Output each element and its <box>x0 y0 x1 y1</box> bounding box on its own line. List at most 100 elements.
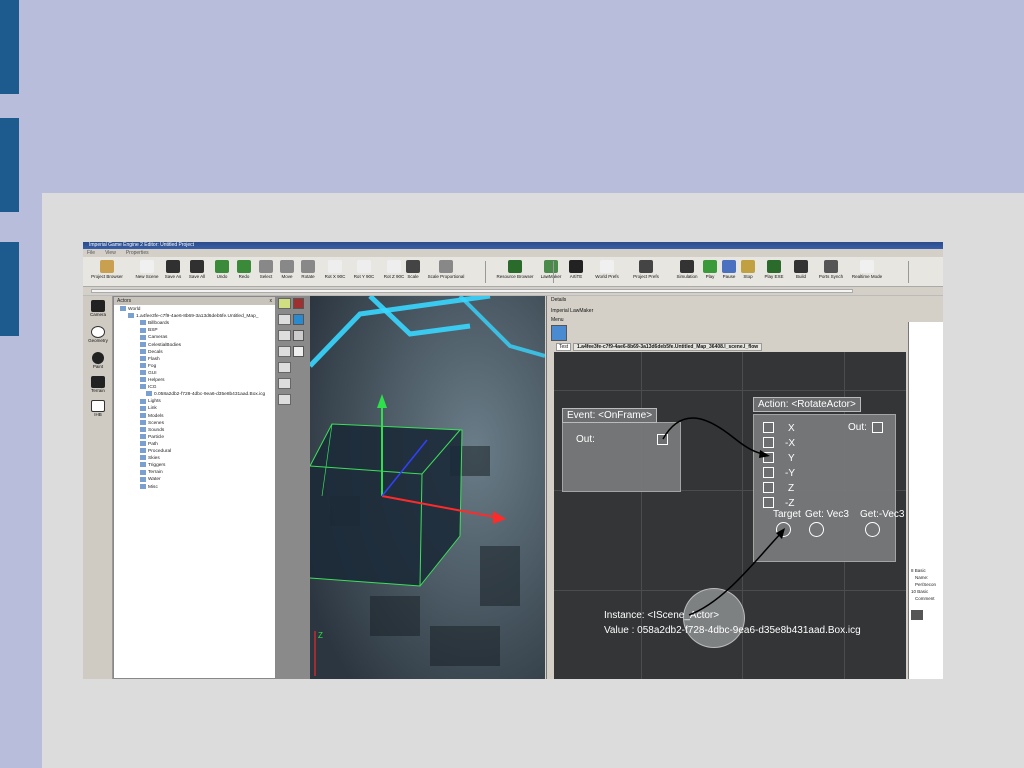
tree-item[interactable]: Flash <box>140 355 160 363</box>
toolbar-button-scale-proportional[interactable]: Scale Proportional <box>427 259 465 285</box>
toolbar-button-realtime-mode[interactable]: Realtime Mode <box>848 259 886 285</box>
tree-item[interactable]: Models <box>140 412 163 420</box>
simulation-gear-icon <box>680 260 694 273</box>
3d-viewport[interactable]: Z <box>310 296 545 679</box>
toolbar-button-rot-y-90c[interactable]: Rot Y 90C <box>351 259 377 285</box>
tree-item[interactable]: CelestialBodies <box>140 341 181 349</box>
tree-item[interactable]: World <box>120 306 140 313</box>
toolbar-button-project-prefs[interactable]: Project Prefs <box>628 259 664 285</box>
tree-item[interactable]: Decals <box>140 348 163 356</box>
folder-icon <box>140 377 146 383</box>
basic-section-2-header[interactable]: 10 Basic <box>911 589 928 594</box>
tree-item-label: Misc <box>148 484 158 490</box>
tree-item[interactable]: Terrain <box>140 469 163 476</box>
lawmaker-graph-canvas[interactable]: Event: <OnFrame> Out: Action: <RotateAct… <box>554 352 906 679</box>
menu-view[interactable]: View <box>105 250 116 256</box>
toolbar-button-scale[interactable]: Scale <box>405 259 421 285</box>
home-icon[interactable] <box>911 610 923 620</box>
menu-properties[interactable]: Properties <box>126 250 149 256</box>
lawmaker-menu[interactable]: Menu <box>551 317 564 323</box>
tree-item[interactable]: 1.a4fee3fe-c7f9-4ae6-8b69-3a13d6deb5fe.U… <box>128 313 258 320</box>
toolbar-button-label: Undo <box>216 274 228 279</box>
tree-item[interactable]: 0.058a2db2-f728-4dbc-9ea6-d35e8b431aad.B… <box>146 391 265 398</box>
tab-test[interactable]: Test <box>556 343 572 351</box>
close-icon[interactable]: x <box>270 297 273 305</box>
toolbar-button-move[interactable]: Move <box>278 259 296 285</box>
toolbar-button-lawmaker[interactable]: LawMaker <box>539 259 563 285</box>
viewport-tool-7[interactable] <box>278 394 291 405</box>
tree-item[interactable]: Water <box>140 476 161 483</box>
toolbar-button-build[interactable]: Build <box>791 259 811 285</box>
viewport-tool-6[interactable] <box>278 378 291 389</box>
tree-item[interactable]: Cameras <box>140 334 167 341</box>
toolbar-button-new-scene[interactable]: New Scene <box>133 259 161 285</box>
lawmaker-tool-icon[interactable] <box>551 325 567 341</box>
viewport-blue-button[interactable] <box>293 314 304 325</box>
toolbar-button-rot-z-90c[interactable]: Rot Z 90C <box>381 259 407 285</box>
viewport-add-button[interactable] <box>293 346 304 357</box>
tree-item[interactable]: Skies <box>140 455 160 462</box>
tree-item[interactable]: ICG <box>140 384 157 391</box>
terrain-tool[interactable]: Terrain <box>86 376 110 393</box>
toolbar-button-redo[interactable]: Redo <box>235 259 253 285</box>
toolbar-button-play[interactable]: Play <box>702 259 718 285</box>
viewport-tool-2[interactable] <box>278 314 291 325</box>
tree-item[interactable]: Link <box>140 405 157 412</box>
build-icon <box>794 260 808 273</box>
viewport-red-button[interactable] <box>293 298 304 309</box>
tree-item[interactable]: GUI <box>140 370 157 377</box>
toolbar-button-undo[interactable]: Undo <box>213 259 231 285</box>
toolbar-button-rot-x-90c[interactable]: Rot X 90C <box>323 259 347 285</box>
paint-tool[interactable]: Paint <box>86 352 110 369</box>
folder-icon <box>140 448 146 454</box>
tree-item[interactable]: Procedural <box>140 448 171 455</box>
toolbar-button-save-all[interactable]: Save All <box>187 259 207 285</box>
tree-item[interactable]: Billboards <box>140 320 169 327</box>
toolbar-button-ports-synch[interactable]: Ports Synch <box>816 259 846 285</box>
viewport-toolbar <box>276 296 310 679</box>
tree-item[interactable]: Helpers <box>140 377 165 384</box>
viewport-tool-3[interactable] <box>278 330 291 341</box>
actors-panel: Actors x World 1.a4fee3fe-c7f9-4ae6-8b69-3… <box>113 296 276 679</box>
paint-plus-icon <box>92 352 104 364</box>
viewport-tool-4[interactable] <box>278 346 291 357</box>
toolbar-button-label: Project Prefs <box>633 274 659 279</box>
toolbar-button-resource-browser[interactable]: Resource Browser <box>493 259 537 285</box>
tree-item[interactable]: Sounds <box>140 426 164 434</box>
toolbar-button-project-browser[interactable]: Project Browser <box>88 259 126 285</box>
tree-item[interactable]: Particle <box>140 434 164 441</box>
camera-tool[interactable]: Camera <box>86 300 110 317</box>
menu-file[interactable]: File <box>87 250 95 256</box>
tree-item[interactable]: Triggers <box>140 462 165 469</box>
axis-label-z: Z <box>318 631 323 640</box>
tree-item-label: Link <box>148 406 157 412</box>
horizontal-scrollbar[interactable] <box>91 289 853 293</box>
toolbar-button-stop[interactable]: Stop <box>740 259 756 285</box>
tree-item[interactable]: Misc <box>140 483 158 491</box>
folder-icon <box>100 260 114 273</box>
viewport-grid-button[interactable] <box>293 330 304 341</box>
folder-icon <box>140 355 146 361</box>
toolbar-scroll-strip <box>83 287 943 296</box>
tree-item[interactable]: Path <box>140 441 158 448</box>
toolbar-button-simulation[interactable]: Simulation <box>675 259 699 285</box>
toolbar-button-artite[interactable]: ArtiTE <box>567 259 585 285</box>
tree-item[interactable]: Lights <box>140 398 161 405</box>
geometry-tool[interactable]: Geometry <box>86 326 110 343</box>
toolbar-button-pause[interactable]: Pause <box>721 259 737 285</box>
ihb-tool[interactable]: IHB <box>86 400 110 417</box>
basic-section-header[interactable]: 8 Basic <box>911 568 926 573</box>
toolbar-button-play-exe[interactable]: Play EXE <box>763 259 785 285</box>
toolbar-button-world-prefs[interactable]: World Prefs <box>591 259 623 285</box>
folder-icon <box>140 348 146 354</box>
tab-flow-file[interactable]: 1.a4fee3fe-c7f9-4ae6-8b69-3a13d6deb5fe.U… <box>573 343 763 351</box>
tree-item[interactable]: BSP <box>140 327 158 334</box>
toolbar-button-rotate[interactable]: Rotate <box>299 259 317 285</box>
toolbar-button-select[interactable]: Select <box>257 259 275 285</box>
viewport-tool-5[interactable] <box>278 362 291 373</box>
toolbar-button-save-as[interactable]: Save As <box>163 259 183 285</box>
tree-item[interactable]: Scenes <box>140 419 164 427</box>
viewport-tool-1[interactable] <box>278 298 291 309</box>
tree-item[interactable]: Fog <box>140 363 156 370</box>
folder-icon <box>140 370 146 376</box>
